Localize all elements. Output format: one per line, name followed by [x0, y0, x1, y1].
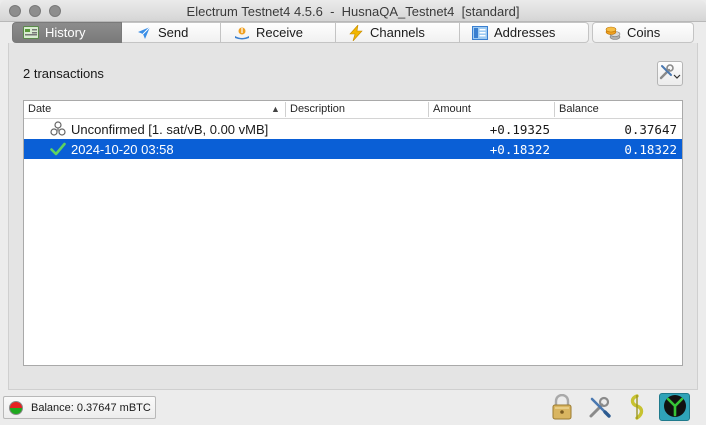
- row-date: Unconfirmed [1. sat/vB, 0.00 vMB]: [71, 122, 269, 137]
- table-row[interactable]: Unconfirmed [1. sat/vB, 0.00 vMB] +0.193…: [24, 119, 682, 139]
- tab-coins[interactable]: Coins: [592, 22, 694, 43]
- unconfirmed-icon: [50, 121, 66, 137]
- tools-icon: [588, 395, 612, 422]
- confirmed-check-icon: [50, 141, 66, 157]
- history-tools-button[interactable]: [657, 61, 683, 86]
- balance-status[interactable]: Balance: 0.37647 mBTC: [3, 396, 156, 419]
- network-button[interactable]: [659, 393, 690, 421]
- receive-icon: [234, 26, 250, 40]
- preferences-button[interactable]: [587, 395, 613, 421]
- password-button[interactable]: [549, 393, 575, 423]
- window-title: Electrum Testnet4 4.5.6 - HusnaQA_Testne…: [186, 4, 520, 19]
- table-header: Date ▲ Description Amount Balance: [24, 101, 682, 119]
- table-row-selected[interactable]: 2024-10-20 03:58 +0.18322 0.18322: [24, 139, 682, 159]
- row-date: 2024-10-20 03:58: [71, 142, 174, 157]
- coins-icon: [605, 26, 621, 40]
- tab-bar: History Send Receive Channels Addresses: [12, 22, 589, 43]
- column-header-date[interactable]: Date: [28, 103, 51, 117]
- addresses-icon: [472, 25, 488, 40]
- tab-history-label: History: [45, 25, 86, 40]
- tab-coins-label: Coins: [627, 25, 661, 40]
- column-header-balance[interactable]: Balance: [559, 103, 599, 117]
- row-balance: 0.37647: [624, 122, 677, 137]
- column-divider: [554, 102, 555, 117]
- row-amount: +0.18322: [489, 142, 550, 157]
- seed-button[interactable]: [624, 393, 650, 423]
- tab-channels-label: Channels: [370, 25, 425, 40]
- tab-send-label: Send: [158, 25, 189, 40]
- lock-icon: [551, 393, 573, 423]
- tab-history[interactable]: History: [12, 22, 122, 43]
- transaction-count: 2 transactions: [23, 66, 104, 81]
- tab-addresses-label: Addresses: [494, 25, 556, 40]
- network-icon: [663, 394, 687, 421]
- history-icon: [23, 26, 39, 40]
- electrum-window: Electrum Testnet4 4.5.6 - HusnaQA_Testne…: [0, 0, 706, 425]
- lightning-icon: [348, 24, 364, 41]
- send-icon: [136, 26, 152, 40]
- column-divider: [428, 102, 429, 117]
- connection-status-icon: [9, 400, 23, 415]
- sort-ascending-icon: ▲: [271, 104, 280, 114]
- balance-label: Balance: 0.37647 mBTC: [31, 401, 151, 414]
- row-amount: +0.19325: [489, 122, 550, 137]
- tab-receive-label: Receive: [256, 25, 303, 40]
- seed-icon: [627, 393, 647, 423]
- column-header-amount[interactable]: Amount: [433, 103, 471, 117]
- history-table: Date ▲ Description Amount Balance Unconf…: [23, 100, 683, 366]
- title-bar: Electrum Testnet4 4.5.6 - HusnaQA_Testne…: [0, 0, 706, 22]
- tools-menu-icon: [659, 63, 681, 84]
- status-bar: Balance: 0.37647 mBTC: [0, 390, 706, 425]
- tab-send[interactable]: Send: [122, 22, 221, 43]
- tab-addresses[interactable]: Addresses: [460, 22, 589, 43]
- tab-channels[interactable]: Channels: [336, 22, 460, 43]
- column-header-description[interactable]: Description: [290, 103, 345, 117]
- column-divider: [285, 102, 286, 117]
- tab-receive[interactable]: Receive: [221, 22, 336, 43]
- row-balance: 0.18322: [624, 142, 677, 157]
